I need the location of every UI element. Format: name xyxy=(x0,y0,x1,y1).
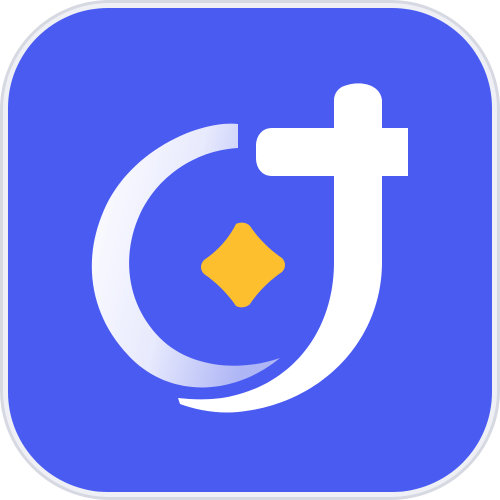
app-logo-icon[interactable] xyxy=(0,0,500,500)
screen xyxy=(0,0,500,500)
